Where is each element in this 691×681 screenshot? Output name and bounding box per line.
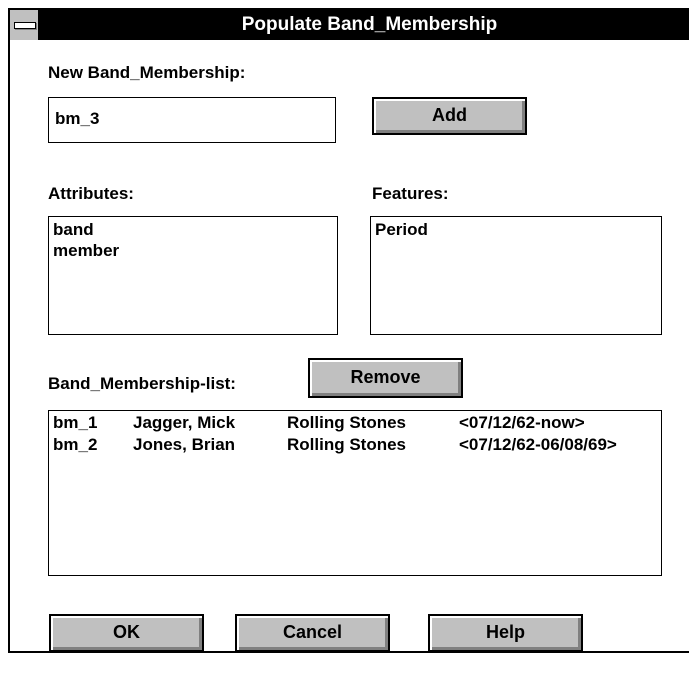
remove-button-label: Remove <box>350 367 421 387</box>
row-band: Rolling Stones <box>287 435 406 454</box>
new-band-membership-label: New Band_Membership: <box>48 63 246 82</box>
attribute-item-member[interactable]: member <box>53 240 333 261</box>
list-row[interactable]: bm_2 Jones, Brian Rolling Stones <07/12/… <box>53 434 657 456</box>
cancel-button-label: Cancel <box>282 622 343 642</box>
attributes-label: Attributes: <box>48 184 134 203</box>
attribute-item-band[interactable]: band <box>53 219 333 240</box>
features-label: Features: <box>372 184 449 203</box>
row-id: bm_2 <box>53 435 98 454</box>
add-button[interactable]: Add <box>372 97 527 135</box>
feature-item-period[interactable]: Period <box>375 219 657 240</box>
title-bar[interactable]: Populate Band_Membership <box>10 10 689 40</box>
row-band: Rolling Stones <box>287 413 406 432</box>
ok-button-label: OK <box>113 622 140 642</box>
list-row[interactable]: bm_1 Jagger, Mick Rolling Stones <07/12/… <box>53 412 657 434</box>
band-membership-listbox[interactable]: bm_1 Jagger, Mick Rolling Stones <07/12/… <box>48 410 662 576</box>
attributes-listbox[interactable]: band member <box>48 216 338 335</box>
help-button[interactable]: Help <box>428 614 583 652</box>
features-listbox[interactable]: Period <box>370 216 662 335</box>
help-button-label: Help <box>485 622 525 642</box>
dialog-title: Populate Band_Membership <box>241 14 498 35</box>
row-member: Jagger, Mick <box>133 413 236 432</box>
row-id: bm_1 <box>53 413 98 432</box>
cancel-button[interactable]: Cancel <box>235 614 390 652</box>
ok-button[interactable]: OK <box>49 614 204 652</box>
row-period: <07/12/62-06/08/69> <box>459 435 617 454</box>
new-band-membership-input[interactable]: bm_3 <box>48 97 336 143</box>
remove-button[interactable]: Remove <box>308 358 463 398</box>
add-button-label: Add <box>432 105 467 125</box>
row-member: Jones, Brian <box>133 435 236 454</box>
dialog-window: Populate Band_Membership New Band_Member… <box>8 8 689 653</box>
row-period: <07/12/62-now> <box>459 413 585 432</box>
band-membership-list-label: Band_Membership-list: <box>48 374 236 393</box>
